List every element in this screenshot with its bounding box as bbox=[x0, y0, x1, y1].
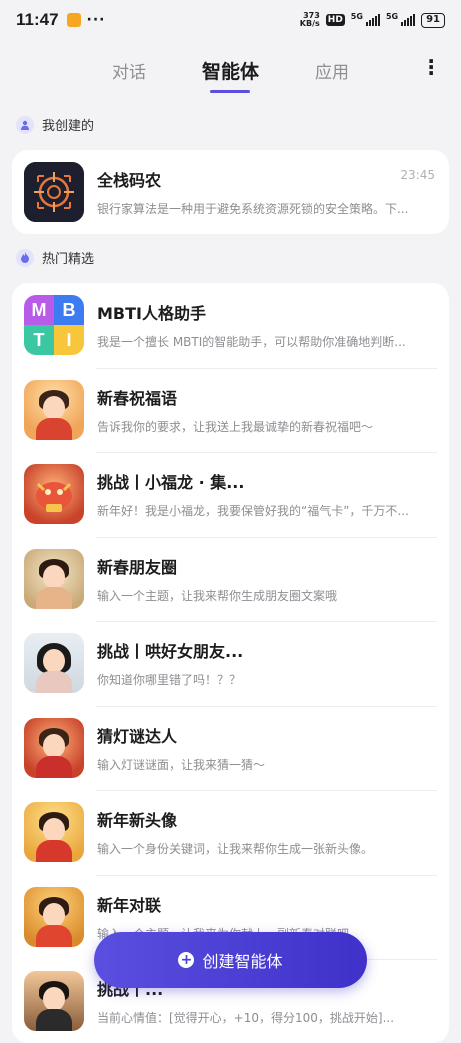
signal-label-2: 5G bbox=[385, 12, 399, 21]
list-item[interactable]: 猜灯谜达人 输入灯谜谜面，让我来猜一猜～ bbox=[12, 705, 449, 791]
create-agent-label: 创建智能体 bbox=[202, 952, 283, 971]
agent-title: 挑战丨小福龙 · 集... bbox=[97, 473, 245, 493]
net-speed: 373 KB/s bbox=[300, 12, 320, 28]
my-agents-card: 全栈码农 银行家算法是一种用于避免系统资源死锁的安全策略。下... 23:45 bbox=[12, 150, 449, 234]
list-item[interactable]: MB TI MBTI人格助手 我是一个擅长 MBTI的智能助手，可以帮助你准确地… bbox=[12, 283, 449, 368]
list-item[interactable]: 全栈码农 银行家算法是一种用于避免系统资源死锁的安全策略。下... 23:45 bbox=[12, 150, 449, 234]
boy-lantern-portrait-avatar bbox=[24, 717, 84, 778]
more-menu-icon[interactable]: · · · bbox=[427, 51, 435, 83]
list-item[interactable]: 挑战丨小福龙 · 集... 新年好！我是小福龙，我要保管好我的“福气卡”，千万不… bbox=[12, 452, 449, 537]
tab-agents[interactable]: 智能体 bbox=[202, 57, 259, 84]
status-right: 373 KB/s HD 5G 5G 91 bbox=[300, 12, 445, 28]
code-crosshair-icon bbox=[24, 162, 84, 222]
signal-icon-2 bbox=[401, 14, 416, 26]
agent-title: 挑战丨哄好女朋友... bbox=[97, 642, 244, 662]
status-time: 11:47 bbox=[16, 10, 59, 29]
agent-desc: 银行家算法是一种用于避免系统资源死锁的安全策略。下... bbox=[97, 202, 409, 216]
agent-title: MBTI人格助手 bbox=[97, 304, 206, 324]
signal-label-1: 5G bbox=[350, 12, 363, 21]
agent-title: 全栈码农 bbox=[97, 171, 162, 190]
woman-portrait-avatar bbox=[24, 633, 84, 694]
agent-desc: 新年好！我是小福龙，我要保管好我的“福气卡”，千万不... bbox=[97, 504, 409, 519]
dragon-portrait-avatar bbox=[24, 464, 84, 525]
agent-desc: 告诉我你的要求，让我送上我最诚挚的新春祝福吧～ bbox=[97, 419, 374, 434]
list-item[interactable]: 新春祝福语 告诉我你的要求，让我送上我最诚挚的新春祝福吧～ bbox=[12, 367, 449, 453]
agent-desc: 你知道你哪里错了吗！？？ bbox=[97, 673, 242, 688]
section-title-mine: 我创建的 bbox=[42, 119, 95, 134]
list-item[interactable]: 挑战丨哄好女朋友... 你知道你哪里错了吗！？？ bbox=[12, 621, 449, 706]
agent-title: 新春朋友圈 bbox=[97, 557, 178, 577]
status-bar: 11:47 ··· 373 KB/s HD 5G 5G 91 bbox=[0, 0, 461, 40]
agent-title: 新春祝福语 bbox=[97, 388, 178, 408]
top-tabs: 对话 智能体 应用 · · · bbox=[0, 50, 461, 90]
section-hot-picks: 热门精选 bbox=[16, 248, 94, 267]
agent-title: 新年对联 bbox=[97, 895, 162, 915]
net-speed-unit: KB/s bbox=[299, 19, 320, 28]
agent-desc: 我是一个擅长 MBTI的智能助手，可以帮助你准确地判断... bbox=[97, 335, 406, 350]
agent-timestamp: 23:45 bbox=[400, 168, 435, 182]
flame-icon bbox=[16, 248, 34, 267]
list-item[interactable]: 新春朋友圈 输入一个主题，让我来帮你生成朋友圈文案哦 bbox=[12, 536, 449, 622]
user-icon bbox=[16, 115, 34, 134]
girl-red-portrait-avatar bbox=[24, 802, 84, 863]
hd-badge: HD bbox=[325, 14, 345, 26]
hot-agents-card: MB TI MBTI人格助手 我是一个擅长 MBTI的智能助手，可以帮助你准确地… bbox=[12, 283, 449, 1043]
tab-chat[interactable]: 对话 bbox=[112, 58, 146, 83]
tab-apps[interactable]: 应用 bbox=[315, 58, 349, 83]
notification-app-icon bbox=[66, 13, 81, 27]
agent-desc: 输入灯谜谜面，让我来猜一猜～ bbox=[97, 757, 266, 772]
agent-desc: 输入一个身份关键词，让我来帮你生成一张新头像。 bbox=[97, 842, 374, 857]
agent-title: 猜灯谜达人 bbox=[97, 726, 178, 746]
list-item[interactable]: 新年新头像 输入一个身份关键词，让我来帮你生成一张新头像。 bbox=[12, 790, 449, 875]
child-portrait-avatar bbox=[24, 548, 84, 609]
battery-icon: 91 bbox=[421, 12, 445, 28]
girl-portrait-avatar bbox=[24, 379, 84, 440]
agent-desc: 输入一个主题，让我来帮你生成朋友圈文案哦 bbox=[97, 588, 338, 603]
agent-title: 新年新头像 bbox=[97, 811, 178, 831]
man-portrait-avatar bbox=[24, 971, 84, 1032]
section-title-hot: 热门精选 bbox=[42, 252, 95, 267]
signal-icon-1 bbox=[365, 14, 380, 26]
plus-icon: + bbox=[178, 952, 195, 968]
section-my-created: 我创建的 bbox=[16, 115, 94, 134]
girl-hanfu-portrait-avatar bbox=[24, 886, 84, 947]
create-agent-button[interactable]: + 创建智能体 bbox=[94, 932, 367, 988]
mbti-icon: MB TI bbox=[24, 295, 84, 356]
more-notifications-icon: ··· bbox=[86, 12, 106, 28]
